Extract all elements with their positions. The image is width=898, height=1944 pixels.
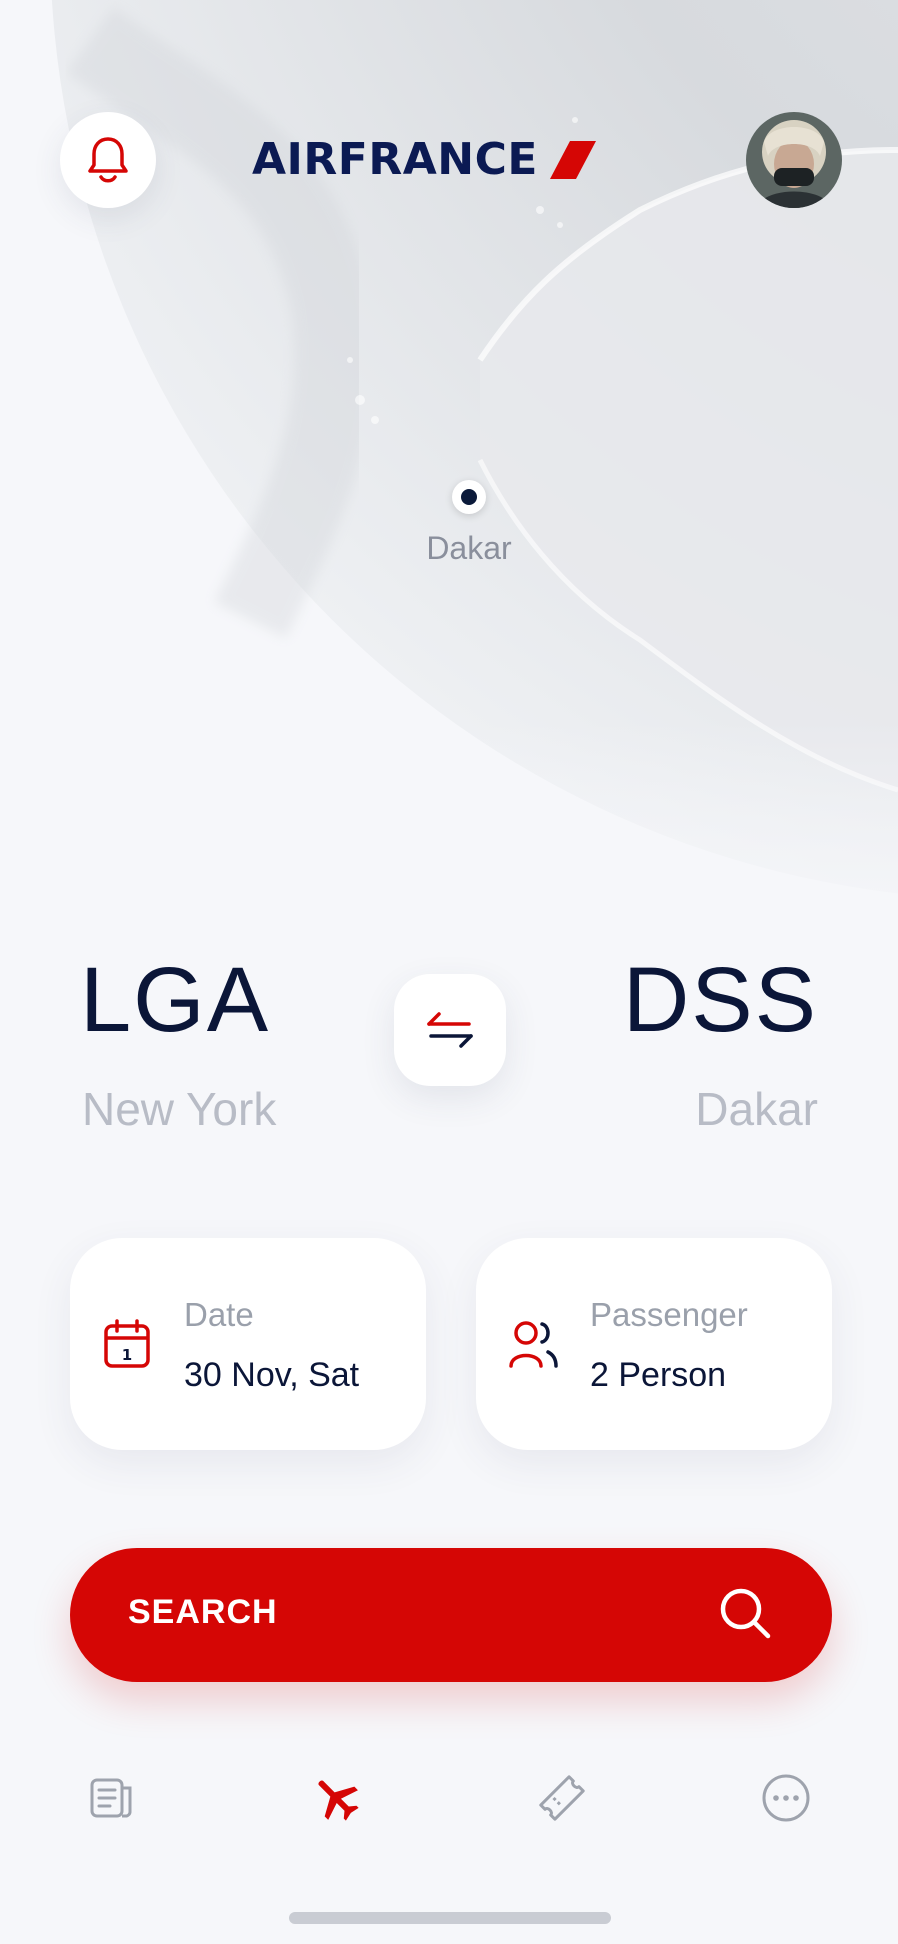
ticket-icon: [539, 1775, 585, 1821]
date-label: Date: [184, 1296, 254, 1333]
more-icon: [762, 1774, 810, 1822]
home-indicator[interactable]: [289, 1912, 611, 1924]
passenger-value: 2 Person: [590, 1356, 727, 1394]
origin-city: New York: [82, 1083, 277, 1135]
avatar[interactable]: [746, 112, 842, 208]
nav-tickets[interactable]: [534, 1770, 590, 1826]
notification-button[interactable]: [60, 112, 156, 208]
calendar-icon: 1: [104, 1319, 150, 1368]
search-icon: [720, 1588, 771, 1639]
passenger-card[interactable]: Passenger 2 Person: [476, 1238, 832, 1450]
destination-airport-code[interactable]: DSS: [623, 945, 818, 1055]
users-icon: [509, 1321, 558, 1368]
logo-slash-icon: [549, 141, 596, 179]
airfrance-logo: AIRFRANCE: [252, 138, 596, 182]
swap-arrows-icon: [427, 1012, 473, 1048]
destination-city: Dakar: [695, 1083, 818, 1135]
nav-flights[interactable]: [308, 1770, 364, 1826]
search-button[interactable]: SEARCH: [70, 1548, 832, 1682]
date-card[interactable]: 1 Date 30 Nov, Sat: [70, 1238, 426, 1450]
news-icon: [90, 1778, 132, 1818]
passenger-label: Passenger: [590, 1296, 748, 1333]
calendar-day-text: 1: [122, 1346, 132, 1364]
swap-route-button[interactable]: [394, 974, 506, 1086]
user-avatar-image: [746, 112, 842, 208]
logo-text: AIRFRANCE: [252, 134, 538, 185]
map-pin-label: Dakar: [426, 530, 512, 566]
nav-news[interactable]: [84, 1770, 140, 1826]
date-value: 30 Nov, Sat: [184, 1356, 360, 1394]
map-pin: [452, 480, 486, 514]
origin-airport-code[interactable]: LGA: [80, 945, 270, 1055]
bell-icon: [88, 137, 128, 183]
nav-more[interactable]: [758, 1770, 814, 1826]
search-button-label: SEARCH: [128, 1593, 278, 1631]
flight-icon: [318, 1780, 359, 1821]
